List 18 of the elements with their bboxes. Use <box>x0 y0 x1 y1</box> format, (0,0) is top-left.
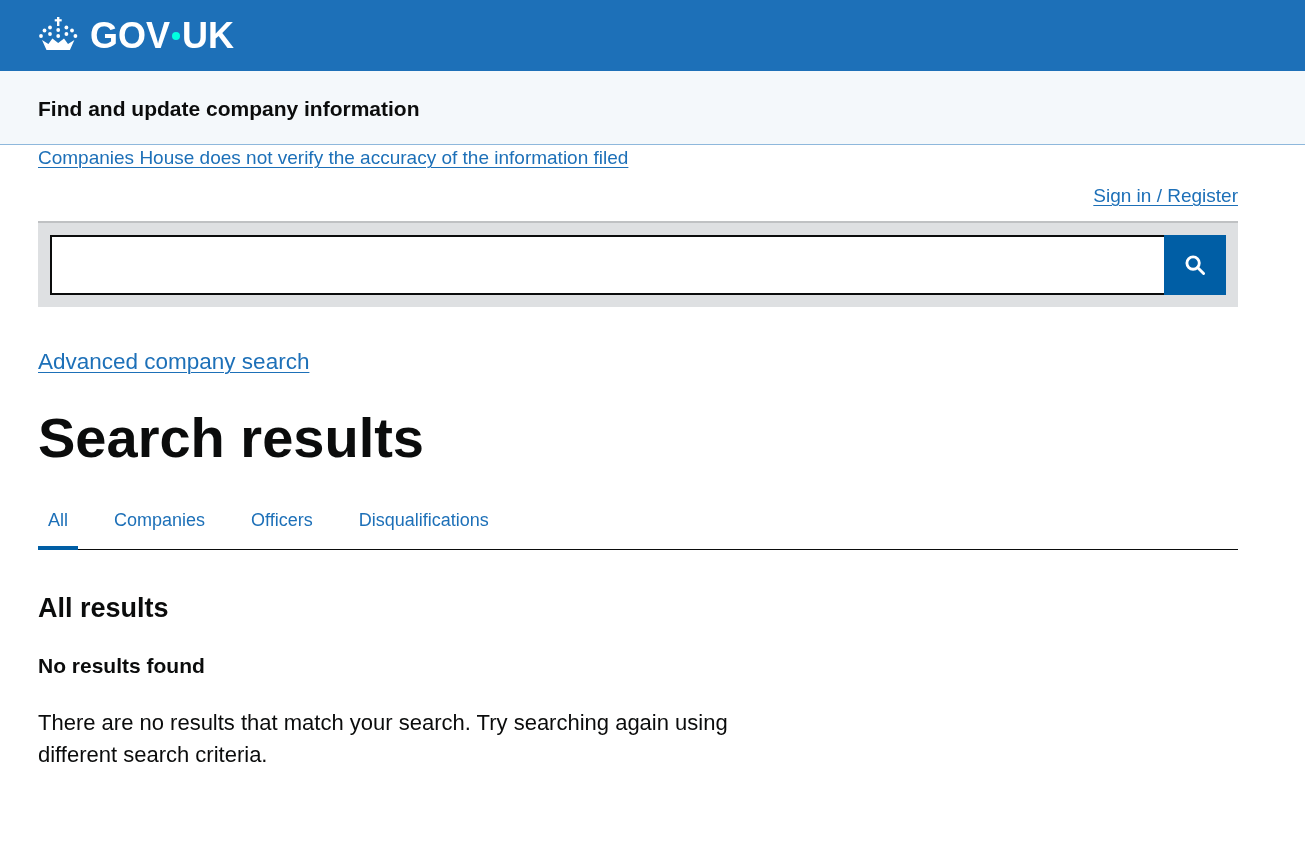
results-status: No results found <box>38 653 206 679</box>
dot-icon <box>172 31 180 40</box>
govuk-logo[interactable]: GOV UK <box>38 15 234 56</box>
tab[interactable]: Disqualifications <box>348 498 499 550</box>
search-icon <box>1185 255 1205 275</box>
service-name: Find and update company information <box>38 95 420 122</box>
tab[interactable]: Companies <box>104 498 216 550</box>
tab[interactable]: Officers <box>241 498 323 550</box>
results-message: There are no results that match your search. Try searching again using different search criteria. <box>38 709 729 769</box>
advanced-search-link[interactable]: Advanced company search <box>38 349 310 374</box>
sign-in-register-link[interactable]: Sign in / Register <box>1093 184 1238 208</box>
crown-icon <box>38 16 78 51</box>
tab[interactable]: All <box>38 498 78 550</box>
search-button[interactable] <box>1164 235 1226 295</box>
search-field[interactable] <box>50 235 1164 295</box>
accuracy-notice-link[interactable]: Companies House does not verify the accuracy of the information filed <box>38 147 629 168</box>
page-title: Search results <box>38 406 425 470</box>
results-heading: All results <box>38 592 170 625</box>
